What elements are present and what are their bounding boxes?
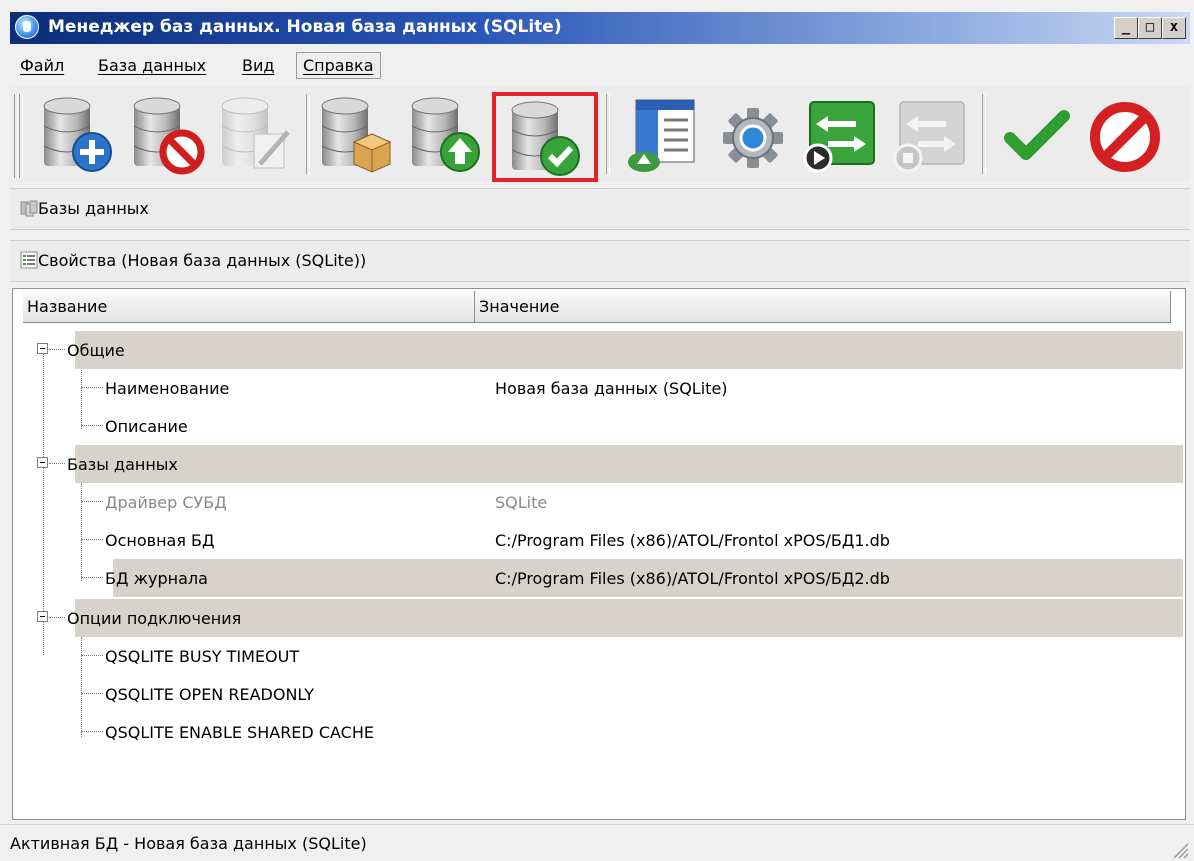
backup-database-button[interactable] <box>314 92 400 178</box>
tree-line <box>81 539 103 540</box>
export-button[interactable] <box>798 92 884 178</box>
status-text: Активная БД - Новая база данных (SQLite) <box>10 834 367 853</box>
cancel-button[interactable] <box>1082 92 1168 178</box>
property-row-description[interactable]: Описание <box>23 407 1183 445</box>
column-header-value[interactable]: Значение <box>475 291 1171 323</box>
app-window: Менеджер баз данных. Новая база данных (… <box>0 0 1194 861</box>
property-row-driver[interactable]: Драйвер СУБД SQLite <box>23 483 1183 521</box>
property-row-main-db[interactable]: Основная БД C:/Program Files (x86)/ATOL/… <box>23 521 1183 559</box>
edit-database-button[interactable] <box>214 92 300 178</box>
property-name: Основная БД <box>105 531 215 550</box>
tree-line <box>81 731 103 732</box>
tree-line <box>81 693 103 694</box>
databases-icon <box>20 200 38 217</box>
toolbar-grip[interactable] <box>14 94 18 178</box>
tree-line <box>49 349 65 350</box>
databases-panel-label: Базы данных <box>38 199 149 218</box>
check-icon <box>1004 110 1070 160</box>
delete-database-button[interactable] <box>126 92 212 178</box>
title-bar[interactable]: Менеджер баз данных. Новая база данных (… <box>10 12 1190 44</box>
properties-panel-header[interactable]: Свойства (Новая база данных (SQLite)) <box>10 240 1190 282</box>
property-value[interactable]: C:/Program Files (x86)/ATOL/Frontol xPOS… <box>495 531 890 550</box>
upload-database-icon <box>411 97 480 172</box>
tree-line <box>81 501 103 502</box>
property-row-journal-db[interactable]: БД журнала C:/Program Files (x86)/ATOL/F… <box>23 559 1183 597</box>
property-name: Описание <box>105 417 188 436</box>
tree-line <box>81 425 103 426</box>
database-app-icon <box>15 15 39 39</box>
group-row-bg <box>75 445 1183 483</box>
properties-list-icon <box>20 251 38 269</box>
property-value: SQLite <box>495 493 548 512</box>
window-title: Менеджер баз данных. Новая база данных (… <box>48 17 562 37</box>
status-bar: Активная БД - Новая база данных (SQLite) <box>0 824 1194 861</box>
close-button[interactable]: x <box>1162 17 1186 39</box>
add-database-button[interactable] <box>36 92 122 178</box>
group-row-bg <box>75 331 1183 369</box>
menu-view[interactable]: Вид <box>242 56 274 75</box>
export-arrows-icon <box>803 101 875 173</box>
tree-line <box>81 655 103 656</box>
delete-database-icon <box>133 97 205 175</box>
toolbar-separator-2 <box>606 94 610 174</box>
property-name: Драйвер СУБД <box>105 493 227 512</box>
minimize-button[interactable]: _ <box>1114 17 1138 39</box>
property-grid: Название Значение Общие Наименование Нов… <box>12 288 1186 820</box>
group-label: Общие <box>67 341 125 360</box>
activate-database-button[interactable] <box>492 92 598 182</box>
toolbar <box>10 86 1190 182</box>
group-label: Опции подключения <box>67 609 242 628</box>
group-label: Базы данных <box>67 455 178 474</box>
toolbar-separator <box>306 94 310 174</box>
resize-grip-icon[interactable] <box>1168 838 1190 860</box>
grid-header: Название Значение <box>23 291 1171 323</box>
property-row-name[interactable]: Наименование Новая база данных (SQLite) <box>23 369 1183 407</box>
properties-panel-label: Свойства (Новая база данных (SQLite)) <box>38 251 367 270</box>
property-name: QSQLITE OPEN READONLY <box>105 685 314 704</box>
toolbar-separator-3 <box>982 94 986 174</box>
activate-database-icon <box>511 101 580 176</box>
menu-help[interactable]: Справка <box>296 52 381 79</box>
collapse-toggle[interactable] <box>37 343 48 354</box>
property-value[interactable]: C:/Program Files (x86)/ATOL/Frontol xPOS… <box>495 569 890 588</box>
import-button[interactable] <box>888 92 974 178</box>
tree-line <box>81 577 103 578</box>
property-row-open-readonly[interactable]: QSQLITE OPEN READONLY <box>23 675 1183 713</box>
import-arrows-icon <box>893 101 965 173</box>
property-name: QSQLITE BUSY TIMEOUT <box>105 647 300 666</box>
menu-database[interactable]: База данных <box>98 56 206 75</box>
upload-database-button[interactable] <box>404 92 490 178</box>
edit-database-icon <box>221 97 290 169</box>
settings-gear-icon <box>723 108 783 168</box>
property-value[interactable]: Новая база данных (SQLite) <box>495 379 728 398</box>
toolbar-grip-2 <box>19 94 23 178</box>
property-row-shared-cache[interactable]: QSQLITE ENABLE SHARED CACHE <box>23 713 1183 751</box>
maximize-button[interactable]: □ <box>1138 17 1162 39</box>
settings-button[interactable] <box>710 92 796 178</box>
tree-line <box>49 463 65 464</box>
window-form-button[interactable] <box>618 92 704 178</box>
property-name: QSQLITE ENABLE SHARED CACHE <box>105 723 374 742</box>
collapse-toggle[interactable] <box>37 457 48 468</box>
property-name: Наименование <box>105 379 230 398</box>
tree-group-databases[interactable]: Базы данных <box>23 445 1183 483</box>
cancel-icon <box>1090 102 1160 172</box>
property-name: БД журнала <box>105 569 208 588</box>
apply-button[interactable] <box>994 92 1080 178</box>
window-form-icon <box>628 99 695 172</box>
menu-file[interactable]: Файл <box>20 56 64 75</box>
tree-line <box>49 617 65 618</box>
tree-line <box>81 387 103 388</box>
column-header-name[interactable]: Название <box>23 291 475 323</box>
tree-group-general[interactable]: Общие <box>23 331 1183 369</box>
add-database-icon <box>43 97 112 172</box>
tree-group-connection-options[interactable]: Опции подключения <box>23 599 1183 637</box>
property-row-busy-timeout[interactable]: QSQLITE BUSY TIMEOUT <box>23 637 1183 675</box>
backup-database-icon <box>321 97 392 173</box>
menu-bar: Файл База данных Вид Справка <box>10 50 1190 82</box>
databases-panel-header[interactable]: Базы данных <box>10 188 1190 230</box>
collapse-toggle[interactable] <box>37 611 48 622</box>
